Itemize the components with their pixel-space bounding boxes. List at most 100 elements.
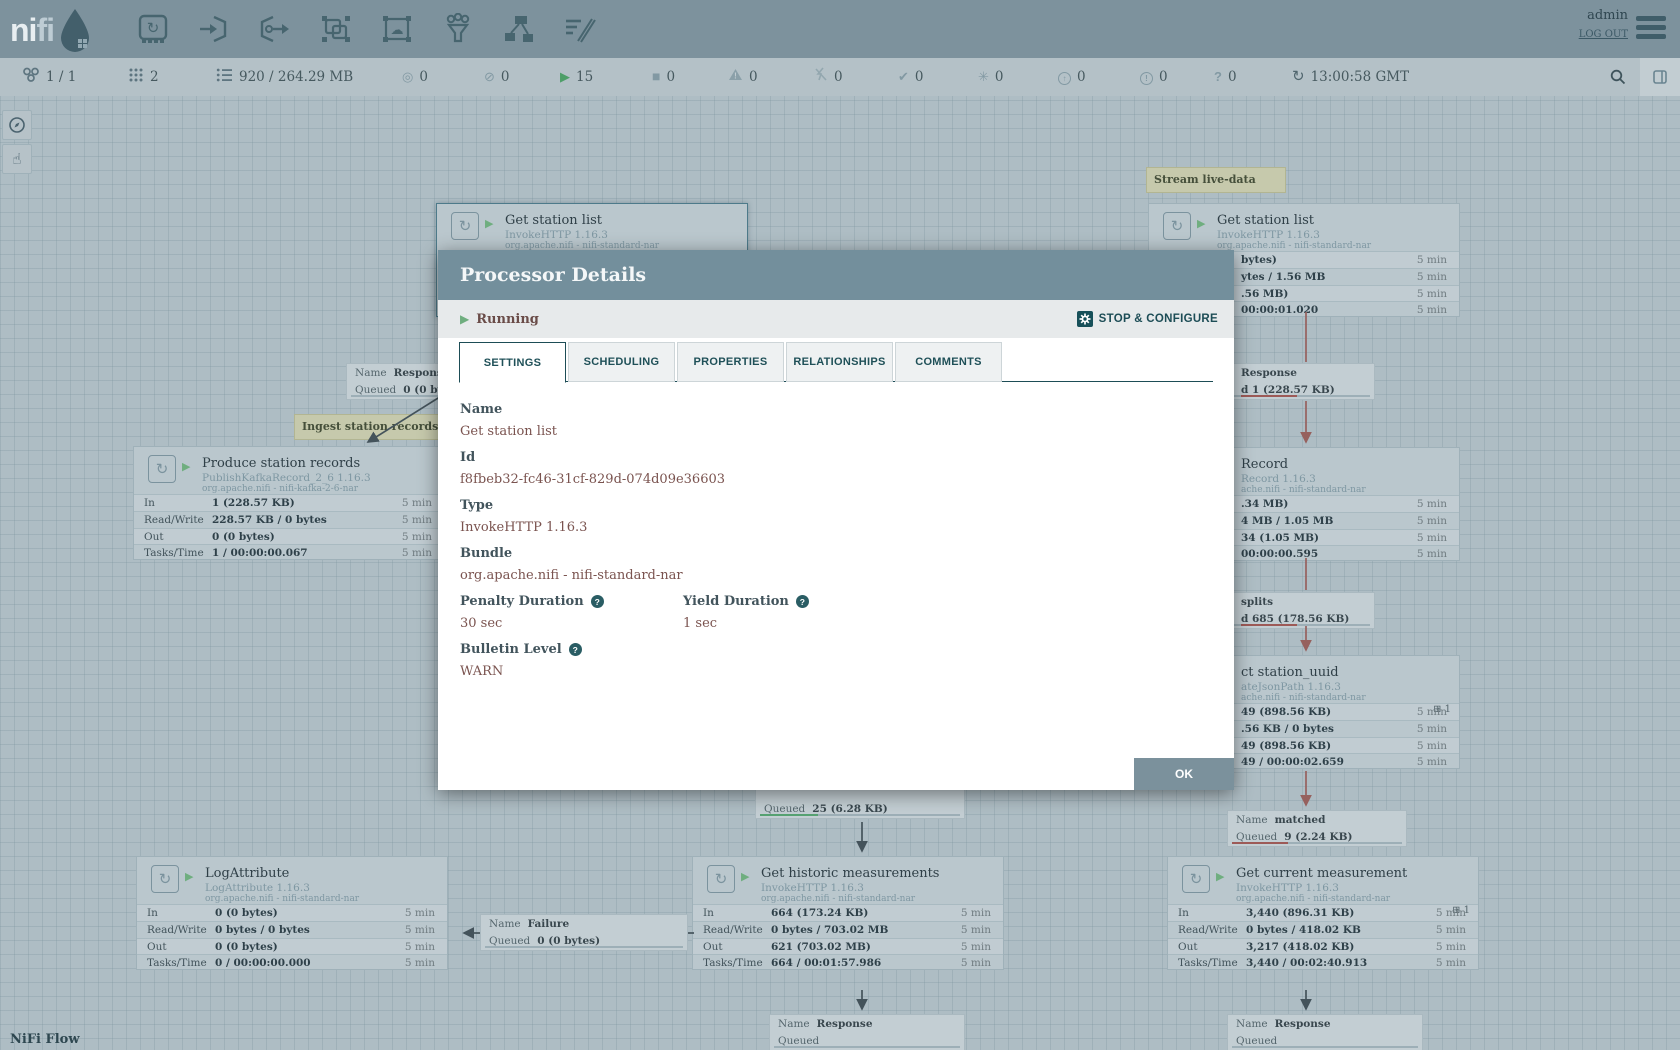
canvas-label[interactable]: Stream live-data — [1146, 167, 1286, 193]
stat-window: 5 min — [1417, 286, 1447, 302]
stat-row: Read/Write0 bytes / 418.02 KB5 min — [1168, 921, 1478, 938]
processor-name: Record — [1241, 457, 1288, 472]
status-sync-failure: ?0 — [1214, 58, 1237, 96]
queue-label-key: Name — [355, 367, 387, 379]
status-value: 0 — [1077, 69, 1086, 85]
processor-type: PublishKafkaRecord_2_6 1.16.3 — [202, 472, 371, 484]
processor-type: InvokeHTTP 1.16.3 — [761, 882, 864, 894]
queue-label-value: splits — [1241, 596, 1273, 608]
stat-window: 5 min — [1417, 252, 1447, 268]
processor-type: InvokeHTTP 1.16.3 — [1236, 882, 1339, 894]
stat-window: 5 min — [1436, 905, 1466, 921]
global-menu-icon[interactable] — [1636, 16, 1666, 40]
processor-node[interactable]: ↻▶Get historic measurementsInvokeHTTP 1.… — [692, 856, 1004, 970]
processor-bundle: org.apache.nifi - nifi-kafka-2-6-nar — [202, 484, 358, 494]
stat-row: Out3,217 (418.02 KB)5 min — [1168, 938, 1478, 955]
queue-label-value: Response — [1241, 367, 1297, 379]
processor-bundle: org.apache.nifi - nifi-standard-nar — [1236, 894, 1390, 904]
status-value: 15 — [576, 69, 593, 85]
status-value: 0 — [666, 69, 675, 85]
stat-window: 5 min — [1417, 302, 1447, 318]
field-yield-duration: Yield Duration?1 sec — [683, 594, 809, 631]
funnel-tool-icon[interactable] — [440, 11, 476, 47]
stat-row: Out621 (703.02 MB)5 min — [693, 938, 1003, 955]
status-history-panel-icon[interactable] — [1640, 58, 1680, 96]
connection-queue-label[interactable]: NameResponseQueued — [1227, 1014, 1423, 1050]
process-group-tool-icon[interactable] — [318, 11, 354, 47]
status-value: 0 — [1228, 69, 1237, 85]
status-value: 0 — [749, 69, 758, 85]
stat-row: Tasks/Time3,440 / 00:02:40.9135 min — [1168, 954, 1478, 971]
locally-modified-stale-icon: ! — [1140, 68, 1153, 86]
tab-relationships[interactable]: RELATIONSHIPS — [786, 342, 893, 382]
stat-row: Tasks/Time1 / 00:00:00.0675 min — [134, 544, 444, 561]
processor-tool-icon[interactable]: ↻ — [135, 11, 171, 47]
nifi-logo: nifi — [10, 8, 94, 52]
processor-type: ateJsonPath 1.16.3 — [1241, 681, 1341, 693]
navigate-palette-button[interactable] — [2, 110, 32, 140]
processor-name: ct station_uuid — [1241, 665, 1339, 680]
stat-row: In0 (0 bytes)5 min — [137, 904, 447, 921]
stat-window: 5 min — [405, 905, 435, 921]
queue-size-track — [1232, 1046, 1418, 1049]
connection-queue-label[interactable]: NamematchedQueued9 (2.24 KB) — [1227, 810, 1407, 847]
output-port-tool-icon[interactable] — [257, 11, 293, 47]
dialog-tabs: SETTINGSSCHEDULINGPROPERTIESRELATIONSHIP… — [459, 342, 1213, 382]
status-cluster: 1 / 1 — [22, 58, 76, 96]
field-bulletin-level: Bulletin Level?WARN — [460, 642, 582, 679]
status-stale: ↑0 — [1058, 58, 1086, 96]
connection-queue-label[interactable]: NameResponseQueued — [769, 1014, 965, 1050]
processor-node[interactable]: ↻▶Get current measurementInvokeHTTP 1.16… — [1167, 856, 1479, 970]
field-type: TypeInvokeHTTP 1.16.3 — [460, 498, 587, 535]
status-invalid: !0 — [728, 58, 758, 96]
processor-icon: ↻ — [148, 455, 176, 483]
stat-window: 5 min — [1417, 530, 1447, 546]
stat-window: 5 min — [1436, 955, 1466, 971]
logout-link[interactable]: LOG OUT — [1579, 29, 1628, 40]
app-header: nifi ↻ ☁ admin LOG OUT — [0, 0, 1680, 58]
canvas-label[interactable]: Ingest station records — [294, 414, 448, 440]
field-penalty-duration: Penalty Duration?30 sec — [460, 594, 604, 631]
running-icon: ▶ — [182, 460, 190, 473]
status-value: 0 — [995, 69, 1004, 85]
queue-label-key: Name — [778, 1018, 810, 1030]
up-to-date-icon: ✔ — [898, 68, 909, 86]
search-icon[interactable] — [1598, 58, 1638, 96]
stat-window: 5 min — [961, 939, 991, 955]
field-value: org.apache.nifi - nifi-standard-nar — [460, 568, 683, 583]
svg-text:☁: ☁ — [391, 23, 404, 38]
current-user: admin — [1579, 8, 1628, 23]
field-bundle: Bundleorg.apache.nifi - nifi-standard-na… — [460, 546, 683, 583]
tab-scheduling[interactable]: SCHEDULING — [568, 342, 675, 382]
processor-node[interactable]: ↻▶LogAttributeLogAttribute 1.16.3org.apa… — [136, 856, 448, 970]
tab-settings[interactable]: SETTINGS — [459, 342, 566, 383]
processor-type: LogAttribute 1.16.3 — [205, 882, 310, 894]
flow-status-bar: 1 / 12920 / 264.29 MB◎0⊘0▶15■0!00✔0✳0↑0!… — [0, 58, 1680, 96]
tab-properties[interactable]: PROPERTIES — [677, 342, 784, 382]
input-port-tool-icon[interactable] — [196, 11, 232, 47]
connection-queue-label[interactable]: NameFailureQueued0 (0 bytes) — [480, 914, 688, 951]
status-queued: 920 / 264.29 MB — [216, 58, 353, 96]
status-threads: 2 — [128, 58, 159, 96]
stat-row: Out0 (0 bytes)5 min — [134, 528, 444, 545]
stale-icon: ↑ — [1058, 68, 1071, 86]
processor-name: Get station list — [1217, 213, 1314, 228]
operate-palette-button[interactable]: ☝ — [2, 144, 32, 174]
label-tool-icon[interactable] — [562, 11, 598, 47]
template-tool-icon[interactable] — [501, 11, 537, 47]
stat-window: 5 min — [1417, 269, 1447, 285]
stat-row: In3,440 (896.31 KB)5 min — [1168, 904, 1478, 921]
stat-window: 5 min — [1436, 922, 1466, 938]
user-block: admin LOG OUT — [1579, 8, 1628, 40]
running-icon: ▶ — [460, 312, 469, 326]
breadcrumb[interactable]: NiFi Flow — [10, 1032, 80, 1047]
tab-comments[interactable]: COMMENTS — [895, 342, 1002, 382]
ok-button[interactable]: OK — [1134, 758, 1234, 790]
stat-window: 5 min — [961, 905, 991, 921]
processor-node[interactable]: ↻▶Produce station recordsPublishKafkaRec… — [133, 446, 445, 560]
dialog-status-row: ▶Running STOP & CONFIGURE — [438, 300, 1234, 338]
field-value: InvokeHTTP 1.16.3 — [460, 520, 587, 535]
stat-window: 5 min — [405, 939, 435, 955]
remote-process-group-tool-icon[interactable]: ☁ — [379, 11, 415, 47]
stop-configure-button[interactable]: STOP & CONFIGURE — [1077, 300, 1218, 338]
